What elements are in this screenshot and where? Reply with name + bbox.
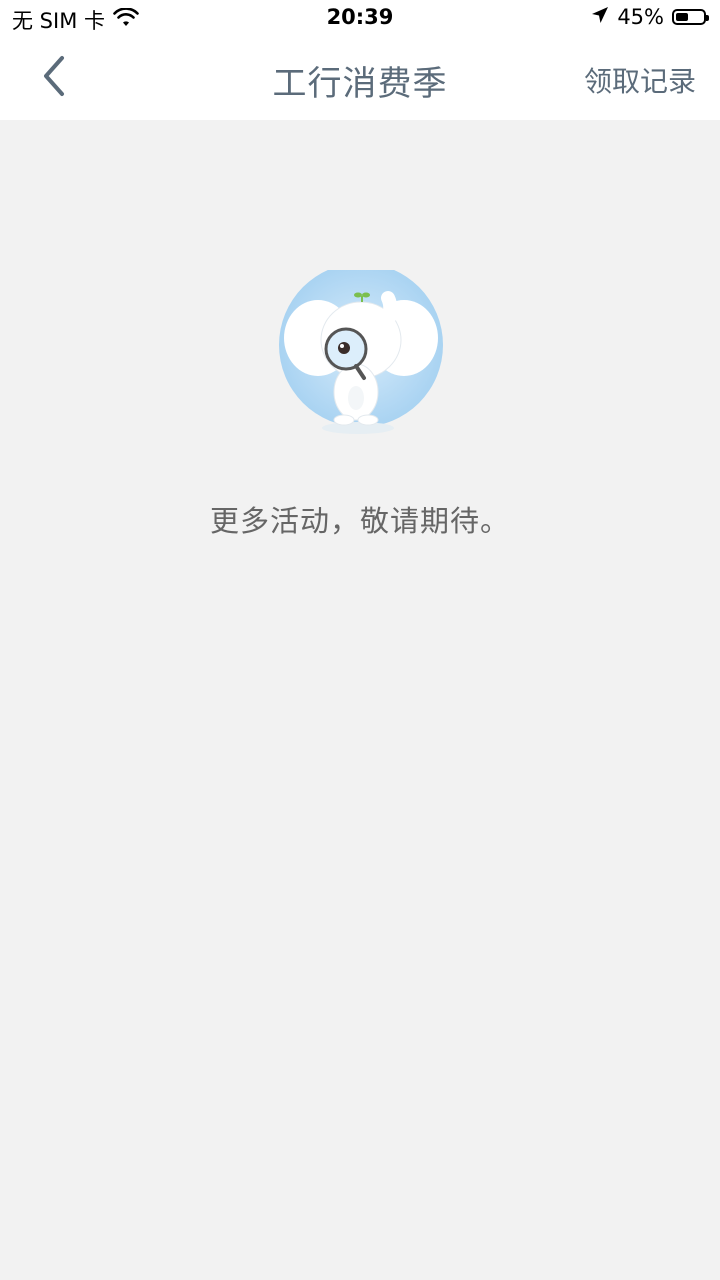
battery-fill <box>676 13 688 21</box>
navigation-bar: 工行消费季 领取记录 <box>0 36 720 120</box>
battery-percent: 45% <box>617 5 664 29</box>
main-content: 更多活动，敬请期待。 <box>0 120 720 1280</box>
battery-icon <box>672 9 709 25</box>
location-arrow-icon <box>591 5 609 29</box>
status-right: 45% <box>591 5 709 29</box>
empty-state-message: 更多活动，敬请期待。 <box>209 504 510 538</box>
claim-records-button[interactable]: 领取记录 <box>584 60 696 100</box>
elephant-mascot-illustration <box>276 263 446 440</box>
status-bar: 无 SIM 卡 20:39 45% <box>0 0 720 36</box>
